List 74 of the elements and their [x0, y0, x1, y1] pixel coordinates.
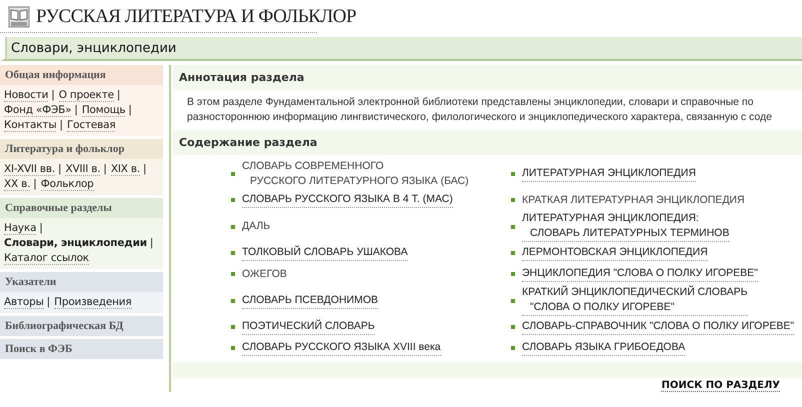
dictionary-link[interactable]: ЛИТЕРАТУРНАЯ ЭНЦИКЛОПЕДИЯ: СЛОВАРЬ ЛИТЕРАТУРНЫХ ТЕРМИНОВ: [522, 211, 730, 242]
link-separator: |: [50, 89, 56, 101]
link-separator: |: [58, 119, 64, 131]
bullet-icon: [231, 325, 235, 329]
sidebar-link[interactable]: XIX в.: [110, 163, 140, 176]
link-separator: |: [38, 222, 44, 234]
sidebar-link[interactable]: Фольклор: [40, 178, 94, 191]
sidebar-heading[interactable]: Указатели: [0, 272, 163, 292]
link-separator: |: [32, 178, 38, 190]
link-separator: |: [148, 237, 154, 249]
sidebar-link[interactable]: Авторы: [4, 296, 44, 309]
dictionary-link[interactable]: ДАЛЬ: [242, 219, 270, 234]
dictionary-link[interactable]: ОЖЕГОВ: [242, 266, 287, 282]
dictionary-link[interactable]: СЛОВАРЬ РУССКОГО ЯЗЫКА XVIII века: [242, 340, 441, 356]
sidebar-link[interactable]: Словари, энциклопедии: [4, 237, 147, 249]
link-separator: |: [142, 163, 148, 175]
sidebar-link[interactable]: Фонд «ФЭБ»: [4, 104, 72, 117]
sidebar-link[interactable]: Наука: [4, 222, 36, 235]
dictionary-link[interactable]: ЛЕРМОНТОВСКАЯ ЭНЦИКЛОПЕДИЯ: [522, 245, 708, 261]
link-separator: |: [46, 296, 52, 308]
sidebar-heading[interactable]: Общая информация: [0, 65, 163, 85]
book-logo-icon: [8, 6, 30, 28]
dictionary-link[interactable]: ПОЭТИЧЕСКИЙ СЛОВАРЬ: [242, 319, 375, 335]
annotation-text: В этом разделе Фундаментальной электронной библиотеки представлены энциклопедии, словари и справочные по: [187, 95, 754, 110]
bullet-icon: [231, 172, 235, 176]
sidebar-heading[interactable]: Библиографическая БД: [0, 316, 163, 336]
sidebar-link[interactable]: Гостевая: [66, 119, 116, 132]
dictionary-link[interactable]: КРАТКАЯ ЛИТЕРАТУРНАЯ ЭНЦИКЛОПЕДИЯ: [522, 192, 745, 208]
link-separator: |: [127, 104, 133, 116]
link-separator: |: [102, 163, 108, 175]
bullet-icon: [511, 172, 515, 176]
section-heading: Аннотация раздела: [173, 65, 802, 90]
sidebar-link[interactable]: Произведения: [54, 296, 132, 309]
sidebar-heading[interactable]: Литература и фольклор: [0, 139, 163, 159]
bullet-icon: [231, 298, 235, 302]
dictionary-link[interactable]: СЛОВАРЬ ПСЕВДОНИМОВ: [242, 292, 378, 308]
bullet-icon: [231, 346, 235, 350]
bullet-icon: [231, 251, 235, 255]
sidebar-link[interactable]: Контакты: [4, 119, 56, 132]
bullet-icon: [511, 251, 515, 255]
bullet-icon: [511, 224, 515, 228]
sidebar-link[interactable]: Помощь: [82, 104, 126, 117]
sidebar-heading[interactable]: Справочные разделы: [0, 198, 163, 218]
dictionary-link[interactable]: ТОЛКОВЫЙ СЛОВАРЬ УШАКОВА: [242, 245, 408, 261]
dictionary-link[interactable]: ЭНЦИКЛОПЕДИЯ "СЛОВА О ПОЛКУ ИГОРЕВЕ": [522, 266, 758, 282]
section-heading: Содержание раздела: [173, 130, 802, 155]
bullet-icon: [511, 298, 515, 302]
sidebar-link[interactable]: Новости: [4, 89, 48, 102]
sidebar-link[interactable]: О проекте: [58, 89, 114, 102]
bullet-icon: [511, 346, 515, 350]
site-title: РУССКАЯ ЛИТЕРАТУРА И ФОЛЬКЛОР: [36, 6, 356, 28]
bullet-icon: [511, 198, 515, 202]
bullet-icon: [511, 325, 515, 329]
dictionary-link[interactable]: ЛИТЕРАТУРНАЯ ЭНЦИКЛОПЕДИЯ: [522, 166, 696, 182]
link-separator: |: [116, 89, 122, 101]
dictionary-link[interactable]: СЛОВАРЬ СОВРЕМЕННОГО РУССКОГО ЛИТЕРАТУРНОГО ЯЗЫКА (БАС): [242, 159, 469, 189]
sidebar-link[interactable]: XI-XVII вв.: [4, 163, 55, 176]
bullet-icon: [511, 272, 515, 276]
dictionary-link[interactable]: СЛОВАРЬ ЯЗЫКА ГРИБОЕДОВА: [522, 340, 686, 356]
dictionary-link[interactable]: СЛОВАРЬ-СПРАВОЧНИК "СЛОВА О ПОЛКУ ИГОРЕВЕ": [522, 319, 794, 335]
bullet-icon: [231, 272, 235, 276]
annotation-text: разностороннюю информацию лингвистического, филологического и энциклопедического характера, связанную с соде: [187, 110, 774, 125]
dictionary-link[interactable]: СЛОВАРЬ РУССКОГО ЯЗЫКА В 4 Т. (МАС): [242, 192, 453, 208]
dictionary-link[interactable]: КРАТКИЙ ЭНЦИКЛОПЕДИЧЕСКИЙ СЛОВАРЬ "СЛОВА О ПОЛКУ ИГОРЕВЕ": [522, 285, 748, 316]
sidebar-link[interactable]: Каталог ссылок: [4, 252, 89, 265]
bullet-icon: [231, 198, 235, 202]
bullet-icon: [231, 224, 235, 228]
sidebar-link[interactable]: XVIII в.: [65, 163, 100, 176]
sidebar-link[interactable]: XX в.: [4, 178, 30, 191]
link-separator: |: [56, 163, 62, 175]
breadcrumb-title: Словари, энциклопедии: [11, 40, 176, 56]
section-search-link[interactable]: ПОИСК ПО РАЗДЕЛУ: [661, 380, 780, 392]
link-separator: |: [73, 104, 79, 116]
sidebar-heading[interactable]: Поиск в ФЭБ: [0, 339, 163, 359]
